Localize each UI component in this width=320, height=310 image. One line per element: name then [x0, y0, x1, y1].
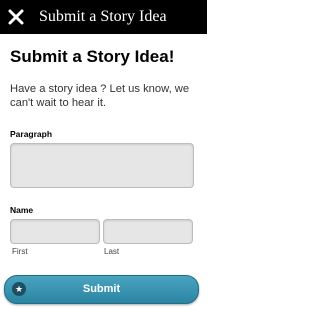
star-icon: ★ — [12, 282, 26, 296]
submit-button[interactable]: Submit ★ — [4, 275, 199, 304]
submit-button-label: Submit — [82, 283, 121, 295]
last-name-label: Last — [104, 247, 120, 256]
page-header-title: Submit a Story Idea — [39, 8, 167, 25]
first-name-label: First — [12, 247, 28, 256]
form-heading: Submit a Story Idea! — [10, 47, 175, 66]
paragraph-textarea[interactable] — [10, 143, 194, 188]
first-name-input[interactable] — [10, 219, 100, 244]
close-icon[interactable] — [7, 8, 25, 26]
top-bar: Submit a Story Idea — [0, 0, 207, 34]
paragraph-label: Paragraph — [10, 129, 53, 139]
last-name-input[interactable] — [103, 219, 193, 244]
name-label: Name — [10, 205, 34, 215]
intro-text: Have a story idea ? Let us know, we can'… — [10, 83, 190, 109]
